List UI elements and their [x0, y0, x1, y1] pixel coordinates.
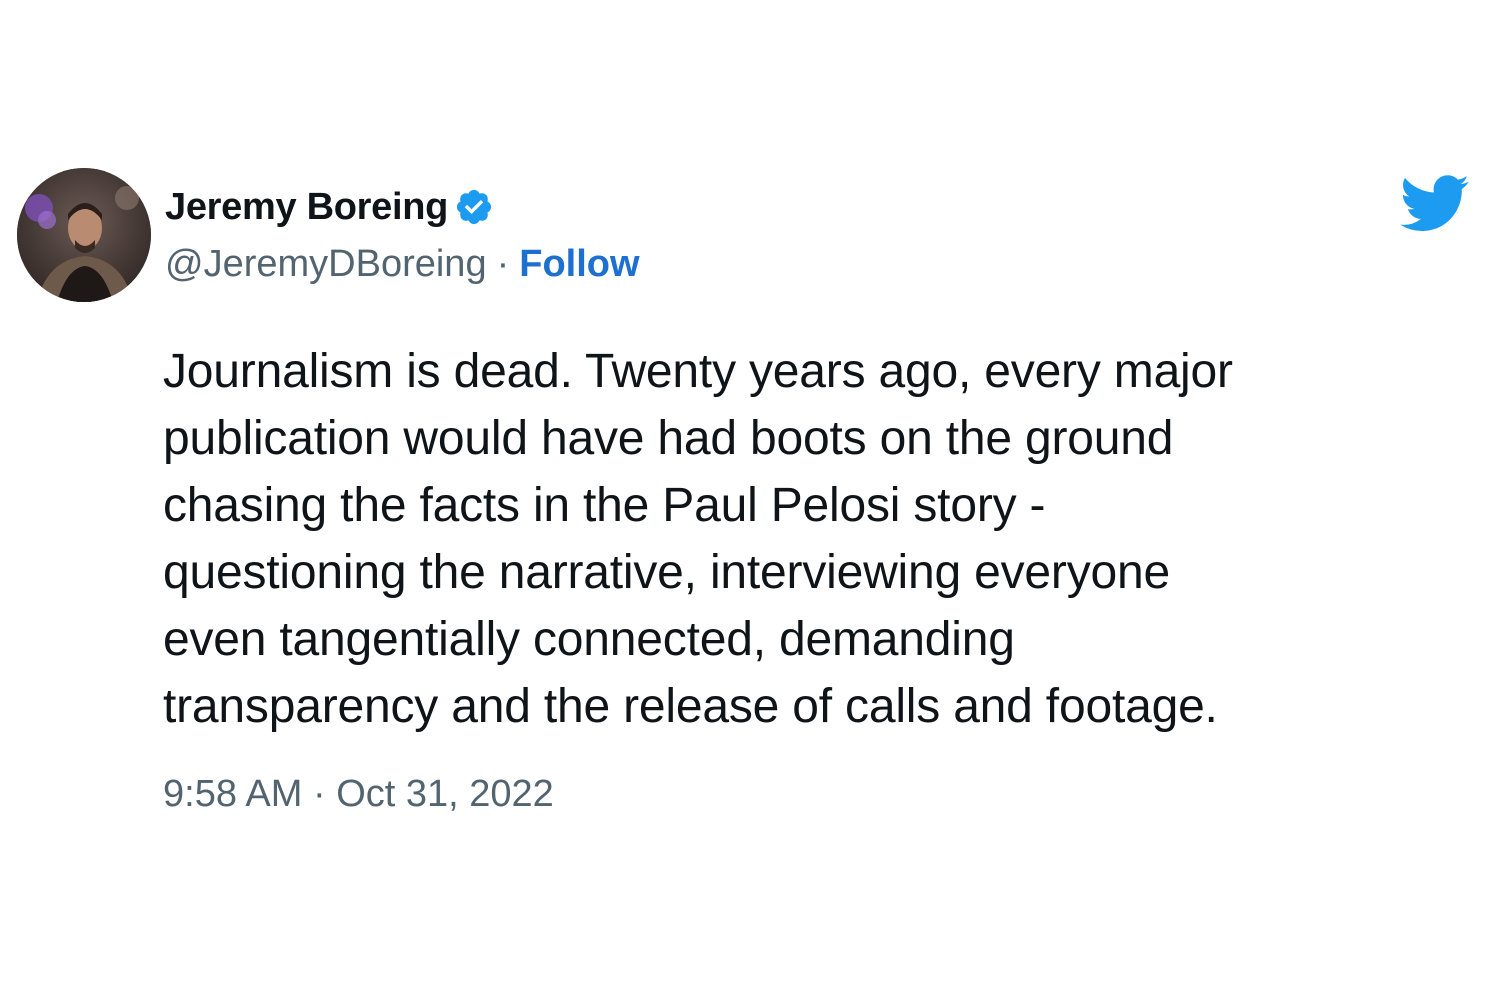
separator: · [496, 243, 510, 285]
verified-badge-icon [454, 187, 494, 227]
handle-row: @JeremyDBoreing · Follow [165, 240, 640, 288]
display-name[interactable]: Jeremy Boreing [165, 183, 448, 231]
follow-button[interactable]: Follow [519, 240, 639, 288]
user-handle[interactable]: @JeremyDBoreing [165, 240, 487, 288]
twitter-bird-icon[interactable] [1400, 175, 1470, 233]
tweet-text: Journalism is dead. Twenty years ago, ev… [163, 345, 1233, 733]
avatar[interactable] [17, 168, 151, 302]
tweet-card: Jeremy Boreing @JeremyDBoreing · Follow … [0, 0, 1500, 1000]
avatar-image [17, 168, 151, 302]
tweet-timestamp[interactable]: 9:58 AM · Oct 31, 2022 [163, 770, 554, 818]
name-row: Jeremy Boreing [165, 183, 494, 231]
